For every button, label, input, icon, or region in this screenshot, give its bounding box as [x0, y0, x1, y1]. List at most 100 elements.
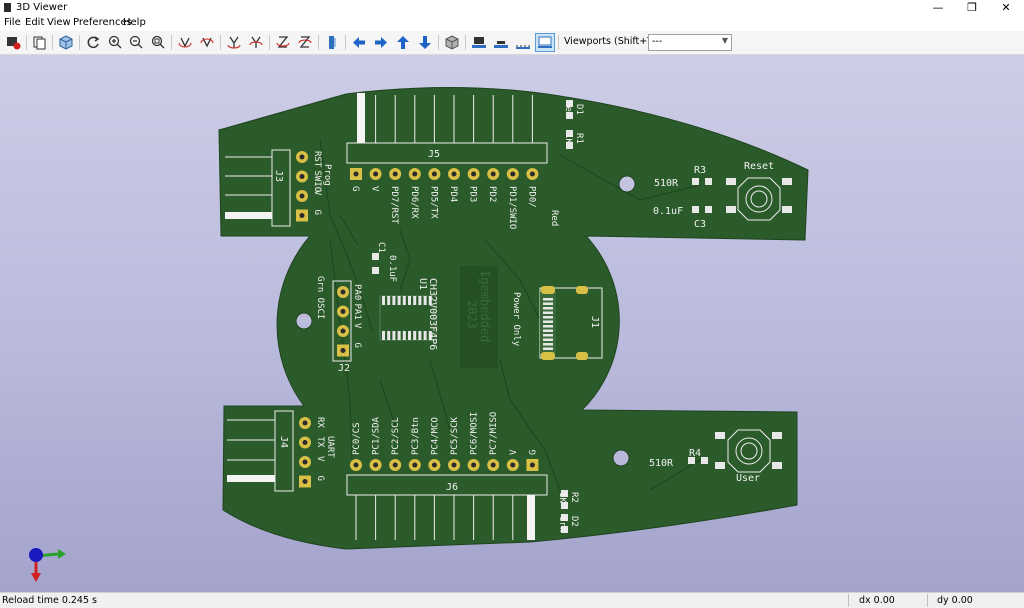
j6-ref: J6: [446, 482, 458, 493]
ortho-toggle-icon[interactable]: [443, 34, 461, 51]
j6-pin-label: PC6/MOSI: [470, 412, 480, 455]
j6-pin-label: PC4/MCO: [430, 417, 440, 455]
dx-readout: dx 0.00: [859, 595, 895, 606]
logo-line2: 2023: [465, 300, 479, 329]
user-label: User: [736, 473, 760, 484]
j5-pin-label: PD3: [468, 186, 478, 202]
menu-help[interactable]: Help: [123, 17, 146, 28]
r2-val: 1K: [557, 492, 567, 503]
view-side-icon[interactable]: [514, 34, 532, 51]
r3-ref: R3: [694, 165, 706, 176]
reload-icon[interactable]: [84, 34, 102, 51]
logo-line1: Igembedded: [478, 270, 492, 342]
j3-pin-label: G: [312, 210, 322, 215]
j6-pin-label: PC2/SCL: [391, 417, 401, 455]
copy-icon[interactable]: [30, 34, 48, 51]
view-top-icon[interactable]: [535, 33, 555, 52]
j5-pin-label: V: [370, 186, 380, 192]
view-front-icon[interactable]: [470, 34, 488, 51]
j3-ref: J3: [273, 170, 284, 182]
viewports-value: ---: [652, 36, 663, 47]
j2-pin-label: G: [352, 343, 362, 348]
3d-box-icon[interactable]: [57, 34, 75, 51]
j5-pin-label: PD4: [448, 186, 458, 202]
3d-viewport[interactable]: .silk { fill:#f2f2f2; font-family:"DejaV…: [0, 55, 1024, 592]
view-bottom-icon[interactable]: [492, 34, 510, 51]
rotate-z-cw-icon[interactable]: [274, 34, 292, 51]
j2-pin-label: PA1: [352, 304, 362, 320]
j1-note: Power Only: [511, 292, 521, 347]
rotate-x-cw-icon[interactable]: [176, 34, 194, 51]
j6-pin-label: PC3/Btn: [411, 417, 421, 455]
j4-pin-label: RX: [315, 417, 325, 428]
j2-ref: J2: [338, 363, 350, 374]
j5-pin-label: PD6/RX: [409, 186, 419, 219]
reset-label: Reset: [744, 161, 774, 172]
rotate-y-ccw-icon[interactable]: [247, 34, 265, 51]
j5-pin-label: PD0/: [526, 186, 536, 208]
r2-ref: R2: [569, 492, 579, 503]
zoom-in-icon[interactable]: [106, 34, 124, 51]
j5-pin-label: PD2: [487, 186, 497, 202]
maximize-button[interactable]: ❐: [955, 0, 989, 16]
render-options-icon[interactable]: [4, 34, 22, 51]
menu-edit[interactable]: Edit: [25, 17, 44, 28]
rotate-z-ccw-icon[interactable]: [296, 34, 314, 51]
rotate-y-cw-icon[interactable]: [225, 34, 243, 51]
u1-ref: U1: [417, 278, 428, 290]
viewports-select[interactable]: --- ▼: [648, 34, 732, 51]
d1-val: Red: [563, 101, 573, 117]
j3-pin-label: RST: [312, 151, 322, 168]
axis-gizmo: [29, 548, 66, 582]
j5-pin-label: G: [350, 186, 360, 191]
c3-ref: C3: [694, 219, 706, 230]
r4-ref: R4: [689, 448, 701, 459]
j4-pin-label: G: [315, 476, 325, 481]
pcb-render: .silk { fill:#f2f2f2; font-family:"DejaV…: [29, 86, 809, 582]
window-title: 3D Viewer: [16, 2, 68, 13]
j4-pin-label: V: [315, 456, 325, 462]
minimize-button[interactable]: —: [921, 0, 955, 16]
zoom-fit-icon[interactable]: [149, 34, 167, 51]
j5-ref: J5: [428, 149, 440, 160]
j3-title: Prog: [322, 164, 332, 186]
c1-val: 0.1uF: [387, 255, 397, 282]
j3-pin-label: V: [312, 190, 322, 196]
rotate-x-ccw-icon[interactable]: [198, 34, 216, 51]
r1-ref: R1: [574, 133, 584, 144]
pan-down-icon[interactable]: [416, 34, 434, 51]
c1-ref: C1: [376, 242, 386, 253]
j3-pin-label: SWIO: [312, 171, 322, 193]
title-bar: 3D Viewer — ❐ ✕: [0, 0, 1024, 16]
close-button[interactable]: ✕: [989, 0, 1023, 16]
j5-pin-label: PD1/SWIO: [507, 186, 517, 229]
menu-file[interactable]: File: [4, 17, 21, 28]
j1-ref: J1: [589, 316, 600, 328]
j4-ref: J4: [278, 436, 289, 448]
c3-val: 0.1uF: [653, 206, 683, 217]
app-icon: [4, 3, 11, 12]
r4-val: 510R: [649, 458, 674, 469]
pan-right-icon[interactable]: [372, 34, 390, 51]
j4-title: UART: [325, 436, 335, 458]
j2-pin-label: V: [352, 323, 362, 329]
j6-pin-label: PC7/MISO: [489, 412, 499, 455]
chevron-down-icon: ▼: [721, 36, 728, 45]
toolbar: [0, 31, 1024, 55]
j6-pin-label: PC5/SCK: [450, 416, 460, 455]
flip-board-icon[interactable]: [323, 34, 341, 51]
j6-pin-label: V: [509, 449, 519, 455]
j5-pin-label: PD5/TX: [428, 186, 438, 219]
d2-val: Grn: [557, 516, 567, 532]
d1-ref: D1: [574, 104, 584, 115]
j2-pin-label: PA0: [352, 284, 362, 300]
j2-title: Grn OSCI: [315, 276, 325, 319]
pan-up-icon[interactable]: [394, 34, 412, 51]
pan-left-icon[interactable]: [350, 34, 368, 51]
zoom-out-icon[interactable]: [127, 34, 145, 51]
j4-pin-label: TX: [315, 437, 325, 448]
status-bar: Reload time 0.245 s dx 0.00 dy 0.00: [0, 592, 1024, 608]
d2-ref: D2: [569, 516, 579, 527]
menu-view[interactable]: View: [47, 17, 71, 28]
menu-bar: File Edit View Preferences Help: [0, 16, 1024, 31]
